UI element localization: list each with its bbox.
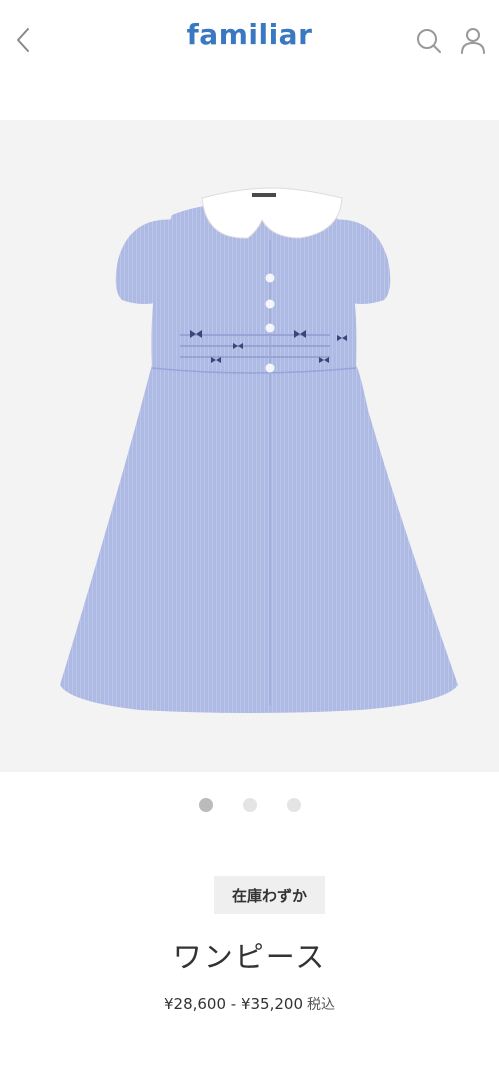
search-icon — [417, 29, 441, 53]
product-price: ¥28,600 - ¥35,200 税込 — [0, 994, 499, 1014]
product-name: ワンピース — [172, 940, 327, 974]
user-icon — [461, 28, 485, 54]
search-button[interactable] — [414, 26, 444, 56]
price-range: ¥28,600 - ¥35,200 — [163, 995, 303, 1013]
account-button[interactable] — [458, 26, 488, 56]
carousel-dot-2[interactable] — [242, 798, 257, 812]
product-image[interactable] — [0, 120, 499, 772]
stock-status-badge: 在庫わずか — [214, 876, 325, 914]
image-carousel-dots — [0, 798, 499, 814]
carousel-dot-3[interactable] — [286, 798, 301, 812]
tax-label: 税込 — [307, 997, 335, 1013]
dress-illustration — [60, 187, 458, 713]
app-header: familiar — [0, 0, 499, 82]
carousel-dot-1[interactable] — [198, 798, 213, 812]
